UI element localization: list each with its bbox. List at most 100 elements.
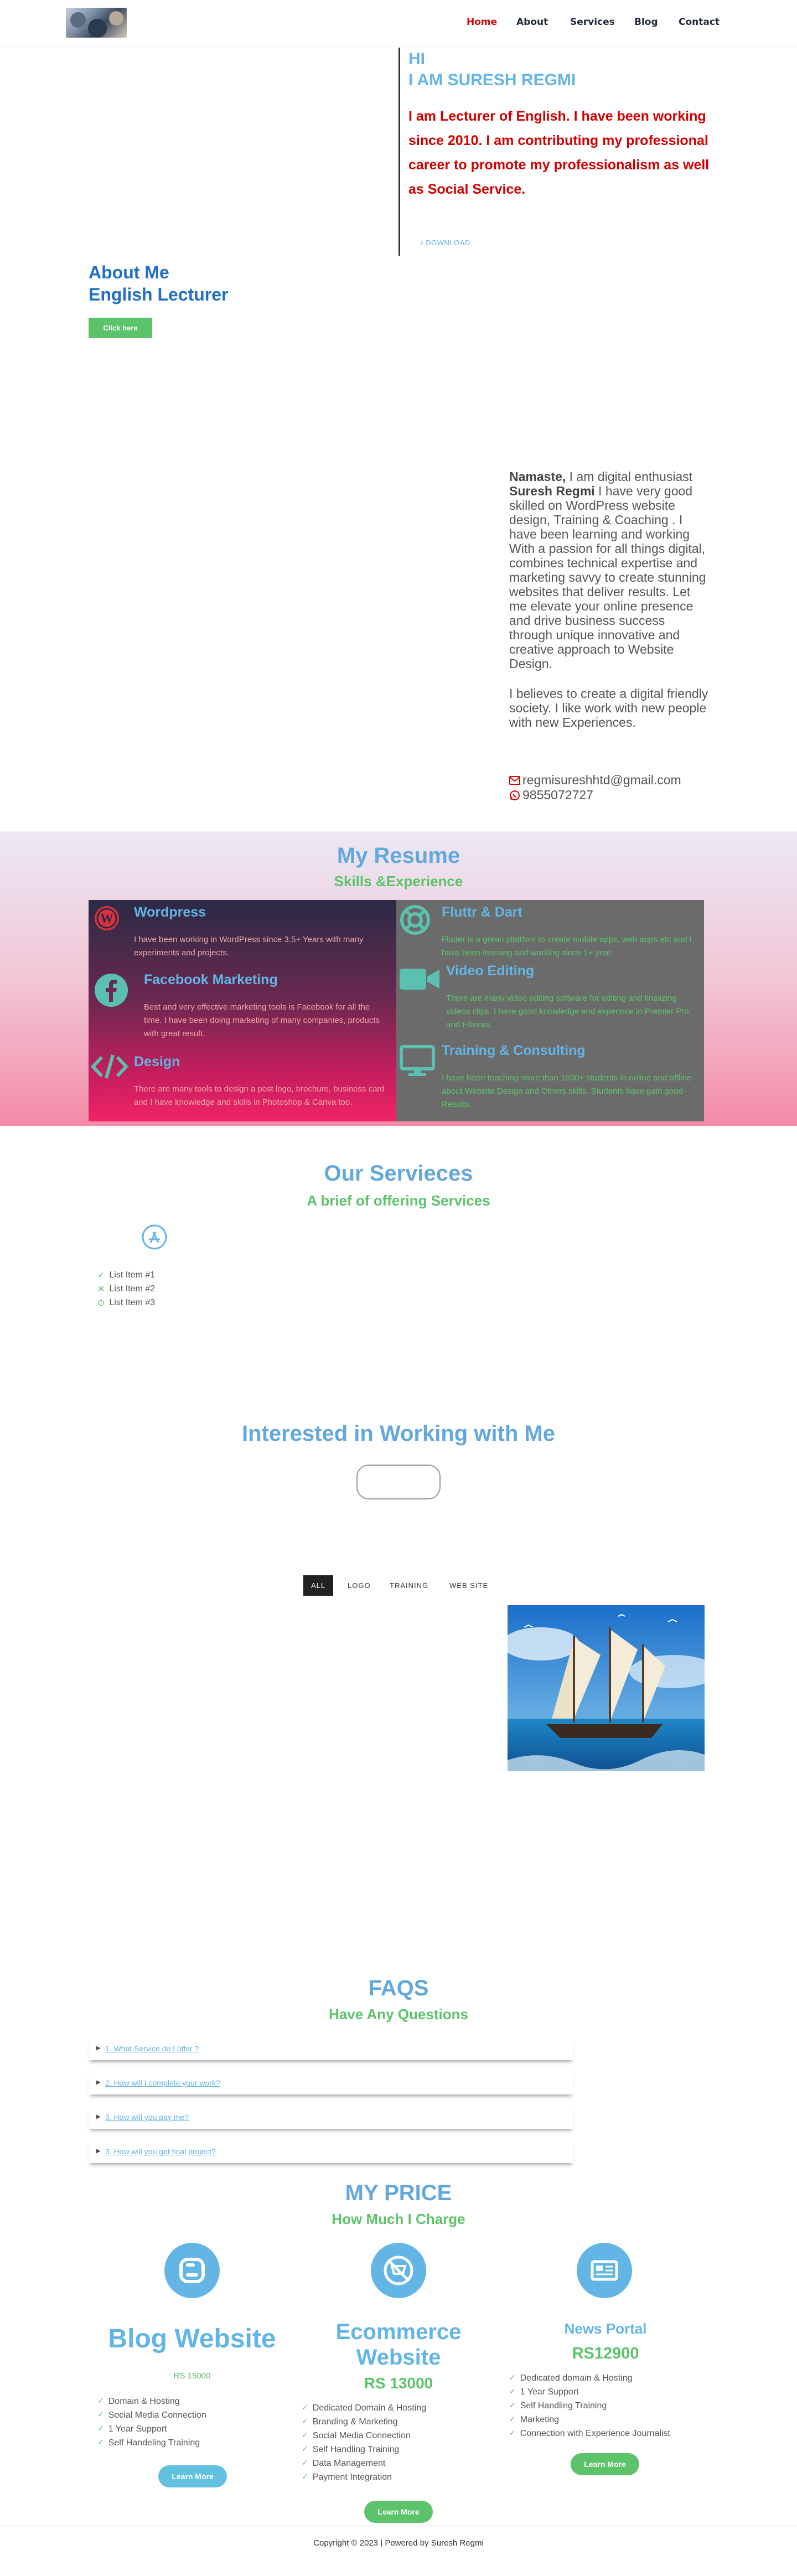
faq-item[interactable]: ▶ 2. How will I complete your work?: [89, 2071, 573, 2094]
service-item: ✓ List Item #1: [97, 1270, 155, 1280]
intro-paragraph: Namaste, I am digital enthusiast Suresh …: [509, 469, 708, 671]
intro-text: Namaste, I am digital enthusiast Suresh …: [509, 469, 708, 803]
faq-title: FAQS: [368, 1976, 429, 2000]
caret-right-icon: ▶: [96, 2148, 101, 2154]
filter-logo[interactable]: LOGO: [340, 1575, 379, 1596]
footer-copyright: Copyright © 2023 | Powered by Suresh Reg…: [313, 2538, 484, 2548]
times-icon: ✕: [97, 1284, 105, 1294]
about-title: About Me: [89, 262, 169, 282]
feature-item: Self Handling Training: [509, 2399, 670, 2413]
resume-title: My Resume: [337, 844, 460, 868]
intro-greeting: Namaste,: [509, 469, 566, 484]
faq-question: 1. What Service do I offer ?: [105, 2044, 199, 2053]
blogger-icon: [164, 2243, 220, 2298]
app-store-icon: [142, 1224, 167, 1250]
plan-name: Blog Website: [108, 2324, 276, 2353]
portfolio-ship-image[interactable]: [508, 1605, 705, 1771]
site-header: Home About Services Blog Contact: [0, 0, 797, 46]
faq-item[interactable]: ▶ 1. What Service do I offer ?: [89, 2037, 573, 2060]
email-line[interactable]: regmisureshhtd@gmail.com: [509, 773, 708, 788]
about-role: English Lecturer: [89, 285, 229, 304]
services-title: Our Servieces: [324, 1161, 473, 1186]
plan-features: Domain & Hosting Social Media Connection…: [97, 2394, 206, 2450]
intro-text-2: I have very good skilled on WordPress we…: [509, 484, 706, 671]
video-camera-icon: [400, 969, 439, 990]
nav-about[interactable]: About: [516, 17, 548, 28]
feature-item: Dedicated domain & Hosting: [509, 2371, 670, 2385]
footer-divider: [0, 2525, 797, 2526]
envelope-icon: [509, 775, 520, 785]
nav-home[interactable]: Home: [467, 17, 497, 28]
skill-text: I have been teaching more than 1000+ stu…: [442, 1073, 692, 1109]
caret-right-icon: ▶: [96, 2114, 101, 2120]
click-here-button[interactable]: Click here: [89, 318, 152, 338]
plan-features: Dedicated domain & Hosting 1 Year Suppor…: [509, 2371, 670, 2440]
about-heading: About Me English Lecturer: [89, 261, 229, 306]
interest-title: Interested in Working with Me: [242, 1421, 555, 1446]
caret-right-icon: ▶: [96, 2080, 101, 2086]
skill-text: There are many tools to design a post lo…: [134, 1084, 385, 1107]
feature-item: Dedicated Domain & Hosting: [302, 2401, 426, 2415]
feature-item: Social Media Connection: [302, 2429, 426, 2443]
learn-more-button[interactable]: Learn More: [364, 2501, 433, 2523]
nav-contact[interactable]: Contact: [679, 17, 720, 28]
service-label: List Item #3: [109, 1297, 156, 1307]
feature-item: 1 Year Support: [97, 2422, 206, 2436]
intro-text-1: I am digital enthusiast: [566, 469, 693, 484]
nav-services[interactable]: Services: [570, 17, 615, 28]
faq-question: 3. How will you pay me?: [105, 2113, 189, 2122]
skill-title: Wordpress: [134, 904, 206, 920]
feature-item: Payment Integration: [302, 2470, 426, 2484]
faq-item[interactable]: ▶ 3. How will you pay me?: [89, 2106, 573, 2129]
skill-title: Facebook Marketing: [144, 972, 278, 987]
services-subtitle: A brief of offering Services: [307, 1192, 490, 1209]
download-label: DOWNLOAD: [426, 239, 470, 247]
hero-bio: I am Lecturer of English. I have been wo…: [408, 108, 710, 197]
skill-text: I have been working in WordPress since 3…: [134, 935, 364, 958]
site-logo[interactable]: [66, 8, 127, 38]
resume-subtitle: Skills &Experience: [334, 873, 463, 889]
filter-training[interactable]: TRAINING: [382, 1575, 436, 1596]
feature-item: Branding & Marketing: [302, 2415, 426, 2429]
feature-item: Marketing: [509, 2413, 670, 2427]
plan-price: RS12900: [572, 2345, 639, 2362]
filter-website[interactable]: WEB SITE: [442, 1575, 496, 1596]
feature-item: Domain & Hosting: [97, 2394, 206, 2408]
hero-heading: HI I AM SURESH REGMI: [408, 49, 576, 91]
plan-price: RS 13000: [364, 2375, 433, 2392]
feature-item: Connection with Experience Journalist: [509, 2427, 670, 2440]
wordpress-icon: W: [95, 906, 119, 930]
skill-text: There are many video editing software fo…: [446, 994, 689, 1030]
download-icon: ⭳: [421, 239, 424, 247]
dot-circle-icon: ⊙: [97, 1297, 105, 1308]
learn-more-button[interactable]: Learn More: [158, 2465, 227, 2487]
nav-blog[interactable]: Blog: [634, 17, 658, 28]
resume-left-panel: W Wordpress I have been working in WordP…: [89, 900, 396, 1121]
faq-item[interactable]: ▶ 3. How will you get final project?: [89, 2140, 573, 2163]
resume-right-panel: Fluttr & Dart Flutter is a grean plattfo…: [396, 900, 704, 1121]
hero-name: I AM SURESH REGMI: [408, 71, 576, 89]
faq-question: 2. How will I complete your work?: [105, 2078, 220, 2087]
service-item: ⊙ List Item #3: [97, 1297, 155, 1308]
facebook-icon: [95, 974, 128, 1007]
faq-question: 3. How will you get final project?: [105, 2147, 216, 2156]
plan-features: Dedicated Domain & Hosting Branding & Ma…: [302, 2401, 426, 2484]
pricing-subtitle: How Much I Charge: [332, 2211, 465, 2227]
faq-subtitle: Have Any Questions: [329, 2006, 468, 2022]
feature-item: Social Media Connection: [97, 2408, 206, 2422]
whatsapp-icon: [510, 790, 520, 800]
feature-item: Data Management: [302, 2456, 426, 2470]
skill-title: Fluttr & Dart: [442, 904, 522, 920]
contact-button[interactable]: [356, 1465, 441, 1499]
hero-divider: [398, 48, 400, 256]
filter-all[interactable]: ALL: [303, 1575, 334, 1596]
no-cart-icon: [371, 2243, 426, 2298]
skill-title: Design: [134, 1054, 180, 1069]
service-item: ✕ List Item #2: [97, 1284, 155, 1294]
download-button[interactable]: ⭳ DOWNLOAD: [421, 238, 470, 250]
feature-item: Self Handeling Training: [97, 2436, 206, 2450]
phone-line[interactable]: 9855072727: [509, 788, 708, 803]
svg-text:W: W: [100, 912, 113, 926]
plan-name: News Portal: [564, 2320, 647, 2337]
learn-more-button[interactable]: Learn More: [571, 2453, 639, 2475]
